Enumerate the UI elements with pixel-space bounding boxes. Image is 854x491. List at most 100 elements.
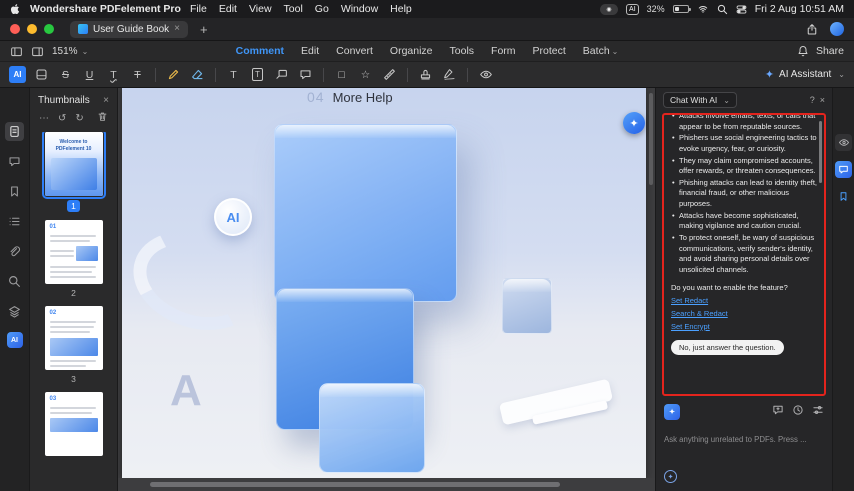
horizontal-scrollbar[interactable] (150, 482, 560, 487)
pencil-tool-icon[interactable] (165, 66, 182, 83)
add-text-icon[interactable]: T (225, 66, 242, 83)
squiggly-underline-icon[interactable]: T (105, 66, 122, 83)
sidebar-bookmarks-icon[interactable] (5, 182, 24, 201)
toggle-right-panel-icon[interactable] (31, 45, 44, 58)
toggle-left-panel-icon[interactable] (10, 45, 23, 58)
measure-icon[interactable] (381, 66, 398, 83)
menubar-clock[interactable]: Fri 2 Aug 10:51 AM (755, 3, 844, 15)
menu-tool[interactable]: Tool (284, 3, 303, 15)
underline-icon[interactable]: U (81, 66, 98, 83)
tab-protect[interactable]: Protect (533, 45, 566, 57)
floating-ai-button[interactable]: ✦ (623, 112, 645, 134)
user-avatar[interactable] (830, 22, 844, 36)
trash-icon[interactable] (97, 111, 108, 125)
globe-icon[interactable]: ✦ (664, 470, 677, 483)
sidebar-attachments-icon[interactable] (5, 242, 24, 261)
sticky-note-icon[interactable] (297, 66, 314, 83)
tab-convert[interactable]: Convert (336, 45, 373, 57)
search-and-redact-link[interactable]: Search & Redact (671, 309, 817, 318)
menu-window[interactable]: Window (341, 3, 378, 15)
signature-pen-icon[interactable] (441, 66, 458, 83)
rotate-left-icon[interactable]: ↺ (58, 113, 66, 124)
text-box-icon[interactable]: T (249, 66, 266, 83)
window-tabbar: User Guide Book × + (0, 18, 854, 40)
search-icon[interactable] (717, 4, 728, 15)
eraser-tool-icon[interactable] (189, 66, 206, 83)
strike-text-icon[interactable]: T (129, 66, 146, 83)
decline-chip-button[interactable]: No, just answer the question. (671, 339, 784, 355)
help-icon[interactable]: ? (810, 95, 815, 105)
sidebar-thumbnails-icon[interactable] (5, 122, 24, 141)
menu-go[interactable]: Go (315, 3, 329, 15)
apple-logo-icon[interactable] (10, 3, 21, 15)
pdf-page[interactable]: 04 More Help AI A (122, 88, 646, 478)
menu-edit[interactable]: Edit (219, 3, 237, 15)
text-callout-icon[interactable] (273, 66, 290, 83)
tab-comment[interactable]: Comment (236, 45, 284, 57)
sidebar-comments-icon[interactable] (5, 152, 24, 171)
chat-scrollbar[interactable] (819, 121, 822, 183)
area-highlight-icon[interactable] (33, 66, 50, 83)
battery-icon[interactable] (672, 5, 691, 13)
sidebar-search-icon[interactable] (5, 272, 24, 291)
shapes-icon[interactable]: □ (333, 66, 350, 83)
close-panel-icon[interactable]: × (103, 95, 109, 106)
settings-sliders-icon[interactable] (812, 403, 824, 421)
control-center-icon[interactable] (736, 4, 747, 15)
zoom-control[interactable]: 151% ⌄ (52, 46, 88, 57)
ai-chat-badge-icon[interactable] (835, 161, 852, 178)
tab-title: User Guide Book (93, 23, 170, 35)
share-sheet-icon[interactable] (806, 23, 818, 36)
ribbon-shape (122, 215, 274, 346)
tabbar-right (806, 22, 844, 36)
menu-file[interactable]: File (190, 3, 207, 15)
sidebar-ai-icon[interactable]: AI (6, 332, 23, 348)
star-shape-icon[interactable]: ☆ (357, 66, 374, 83)
tab-edit[interactable]: Edit (301, 45, 319, 57)
page-thumbnail-3[interactable]: 02 (44, 306, 103, 370)
sidebar-layers-icon[interactable] (5, 302, 24, 321)
ai-emblem: AI (214, 198, 252, 236)
tab-batch[interactable]: Batch ⌄ (583, 45, 619, 57)
tab-organize[interactable]: Organize (390, 45, 433, 57)
strikethrough-icon[interactable]: S (57, 66, 74, 83)
pdfelement-favicon (78, 24, 88, 34)
sidebar-outline-icon[interactable] (5, 212, 24, 231)
tab-close-icon[interactable]: × (174, 24, 180, 34)
share-button[interactable]: Share (816, 45, 844, 57)
history-clock-icon[interactable] (792, 403, 804, 421)
ai-markup-tool-button[interactable]: AI (9, 66, 26, 83)
wifi-icon[interactable] (697, 4, 709, 14)
set-redact-link[interactable]: Set Redact (671, 296, 817, 305)
eye-panel-icon[interactable] (835, 134, 852, 151)
ai-status-icon[interactable]: AI (626, 3, 639, 15)
set-encrypt-link[interactable]: Set Encrypt (671, 322, 817, 331)
ai-assistant-button[interactable]: ✦ AI Assistant ⌄ (765, 68, 845, 81)
notifications-bell-icon[interactable] (797, 45, 809, 57)
page-thumbnail-2[interactable]: 01 (44, 220, 103, 284)
screen-record-icon[interactable]: ◉ (600, 3, 619, 15)
close-window-button[interactable] (10, 24, 20, 34)
bookmark-badge-icon[interactable] (835, 188, 852, 205)
page-thumbnail-4[interactable]: 03 (44, 392, 103, 456)
zoom-window-button[interactable] (44, 24, 54, 34)
minimize-window-button[interactable] (27, 24, 37, 34)
document-tab[interactable]: User Guide Book × (70, 20, 188, 38)
stamp-icon[interactable] (417, 66, 434, 83)
new-tab-button[interactable]: + (200, 22, 208, 37)
page-thumbnail-1[interactable]: Welcome to PDFelement 10 (41, 132, 106, 199)
menu-view[interactable]: View (249, 3, 272, 15)
menu-help[interactable]: Help (390, 3, 412, 15)
chat-mode-dropdown[interactable]: Chat With AI ⌄ (663, 92, 737, 108)
tab-form[interactable]: Form (491, 45, 516, 57)
chat-input[interactable] (664, 435, 824, 444)
vertical-scrollbar[interactable] (649, 93, 653, 185)
toolbar-divider (467, 67, 468, 82)
tab-tools[interactable]: Tools (450, 45, 475, 57)
eye-visibility-icon[interactable] (477, 66, 494, 83)
more-options-icon[interactable]: ⋯ (39, 113, 49, 124)
close-chat-icon[interactable]: × (820, 95, 825, 105)
battery-percent: 32% (646, 4, 665, 14)
new-chat-icon[interactable] (772, 403, 784, 421)
rotate-right-icon[interactable]: ↻ (75, 113, 83, 124)
